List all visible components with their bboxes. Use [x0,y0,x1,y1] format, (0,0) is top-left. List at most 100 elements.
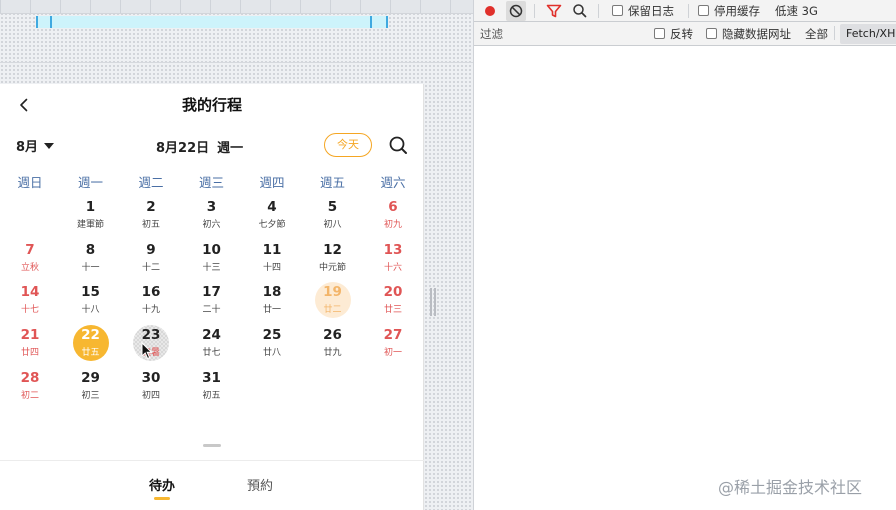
day-cell[interactable]: 7 立秋 [12,240,48,276]
day-cell[interactable]: 15 十八 [73,282,109,318]
drag-handle[interactable] [203,444,221,447]
lunar-date: 十四 [262,262,281,273]
devtools-network-panel: 保留日志 停用缓存 低速 3G 反转 隐藏数据网址 全部 Fetch/XHR [474,0,896,510]
day-cell[interactable]: 20 廿三 [375,282,411,318]
lunar-date: 廿七 [202,348,221,359]
day-cell[interactable]: 24 廿七 [194,325,230,361]
lunar-date: 中元節 [318,262,346,273]
media-query-marker[interactable] [370,16,372,28]
lunar-date: 十三 [202,262,221,273]
day-number: 28 [20,369,40,386]
day-cell[interactable]: 30 初四 [133,368,169,404]
day-cell[interactable]: 21 廿四 [12,325,48,361]
day-number: 16 [141,284,161,301]
lunar-date: 立秋 [20,262,39,273]
day-number: 23 [141,327,161,344]
search-icon [573,4,587,18]
lunar-date: 廿二 [323,305,342,316]
day-number: 5 [327,199,338,215]
filter-toggle-button[interactable] [544,1,564,21]
type-filter-fetch-xhr[interactable]: Fetch/XHR [840,24,896,44]
day-number: 6 [388,199,398,215]
day-cell[interactable]: 19 廿二 [314,282,351,319]
type-filter-all[interactable]: 全部 [805,26,828,42]
day-number: 4 [267,199,277,215]
day-number: 25 [262,327,282,344]
media-query-marker[interactable] [50,16,52,28]
toolbar-separator [598,4,599,18]
tab-todo[interactable]: 待办 [149,475,175,494]
tab-booking[interactable]: 預約 [247,475,273,494]
search-button[interactable] [570,1,590,21]
watermark: @稀土掘金技术社区 [718,478,863,497]
day-cell[interactable]: 9 十二 [133,240,169,276]
lunar-date: 十七 [20,305,39,316]
preserve-log-checkbox[interactable] [612,5,623,16]
ruler-divider [0,62,474,63]
invert-label: 反转 [670,27,693,41]
day-number: 11 [262,241,282,258]
day-cell[interactable]: 25 廿八 [254,325,290,361]
day-cell[interactable]: 31 初五 [194,368,230,404]
day-cell[interactable]: 17 二十 [194,282,230,318]
day-number: 20 [383,284,403,301]
day-cell[interactable]: 13 十六 [375,240,411,276]
lunar-date: 初二 [20,390,39,401]
calendar-grid: 1 建軍節 2 初五 3 初六 4 七夕節 5 初八 6 初九 7 立秋 8 十一 9 十二 10 十三 11 十四 12 中… [0,84,424,414]
day-cell[interactable]: 29 初三 [73,368,109,404]
day-number: 19 [323,284,342,301]
day-number: 8 [85,241,96,258]
day-cell[interactable]: 6 初九 [375,197,411,233]
day-cell[interactable]: 11 十四 [254,240,290,276]
disable-cache-checkbox[interactable] [698,5,709,16]
day-cell[interactable]: 4 七夕節 [254,197,290,233]
day-number: 15 [81,284,100,301]
network-request-list [474,47,896,510]
hide-data-urls-checkbox[interactable] [706,28,717,39]
day-cell[interactable]: 27 初一 [375,325,411,361]
lunar-date: 廿一 [262,305,281,316]
day-cell[interactable]: 26 廿九 [315,325,351,361]
invert-checkbox[interactable] [654,28,665,39]
device-resize-handle[interactable] [430,288,436,316]
day-cell[interactable]: 2 初五 [133,197,169,233]
day-cell[interactable]: 10 十三 [194,240,230,276]
lunar-date: 建軍節 [76,220,104,230]
lunar-date: 廿五 [81,348,100,359]
day-number: 18 [262,284,282,301]
clear-button[interactable] [506,1,526,21]
lunar-date: 廿四 [20,348,39,359]
throttling-select[interactable]: 低速 3G [775,3,818,19]
day-number: 27 [383,327,403,344]
block-icon [509,4,523,18]
day-cell[interactable]: 3 初六 [194,197,230,233]
day-cell[interactable]: 5 初八 [315,197,351,233]
record-button[interactable] [480,1,500,21]
preserve-log-label: 保留日志 [628,4,674,18]
day-number: 9 [146,241,156,258]
lunar-date: 十六 [383,262,402,273]
day-cell[interactable]: 14 十七 [12,282,48,318]
day-cell[interactable]: 18 廿一 [254,282,290,318]
toolbar-separator [688,4,689,18]
day-cell[interactable]: 12 中元節 [315,240,351,276]
day-cell[interactable]: 28 初二 [12,368,48,404]
day-cell-today[interactable]: 22 廿五 [72,325,109,362]
lunar-date: 初五 [141,220,160,230]
device-emulation-area: 我的行程 8月 8月22日 週一 今天 週日 週一 週二 週三 週四 週五 週六 1 建軍節 2… [0,0,474,510]
filter-icon [546,4,562,18]
day-number: 12 [323,241,342,258]
filter-input[interactable] [480,26,640,42]
day-number: 21 [20,327,40,344]
lunar-date: 廿九 [323,348,342,359]
day-cell[interactable]: 16 十九 [133,282,169,318]
day-cell[interactable]: 1 建軍節 [73,197,109,233]
day-number: 17 [202,284,221,301]
lunar-date: 初九 [383,220,402,230]
lunar-date: 十一 [81,262,100,273]
active-tab-indicator [154,497,170,500]
day-cell[interactable]: 8 十一 [73,240,109,276]
day-number: 14 [20,284,40,301]
media-query-bar[interactable] [36,16,388,28]
day-number: 10 [202,241,221,258]
